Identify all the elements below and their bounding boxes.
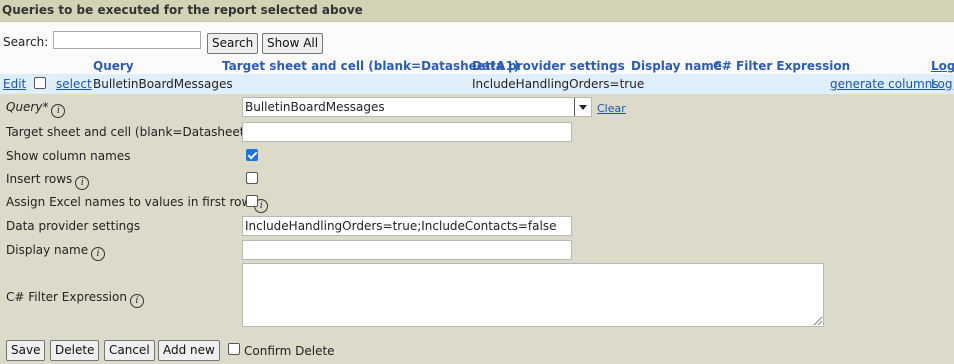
chevron-down-icon[interactable] [574,98,591,116]
provider-label: Data provider settings [6,219,141,233]
resize-grip-icon[interactable] [814,317,822,325]
section-title: Queries to be executed for the report se… [2,3,363,17]
filter-expression-textarea[interactable] [242,263,824,327]
header-query[interactable]: Query [93,59,134,73]
header-display-name[interactable]: Display name [631,59,722,73]
assign-names-label: Assign Excel names to values in first ro… [6,195,252,209]
delete-button[interactable]: Delete [50,340,100,361]
info-icon[interactable]: i [129,294,144,308]
query-select[interactable]: BulletinBoardMessages [242,97,592,117]
header-filter[interactable]: C# Filter Expression [713,59,850,73]
info-icon[interactable]: i [51,104,66,118]
show-all-button[interactable]: Show All [262,33,324,54]
search-bar: Search: Search Show All [0,22,954,58]
confirm-delete-label: Confirm Delete [244,344,335,358]
show-columns-checkbox[interactable] [246,149,258,161]
table-header: Query Target sheet and cell (blank=Datas… [0,58,954,74]
assign-names-checkbox[interactable] [246,195,258,207]
filter-label: C# Filter Expression [6,290,127,304]
assign-names-label-wrap: Assign Excel names to values in first ro… [6,195,269,213]
add-new-button[interactable]: Add new [158,340,220,361]
row-select-checkbox[interactable] [34,77,46,89]
edit-link[interactable]: Edit [3,77,26,91]
query-label: Query* [6,100,49,114]
info-icon[interactable]: i [75,176,90,190]
save-button[interactable]: Save [6,340,46,361]
filter-label-wrap: C# Filter Expression i [6,290,144,308]
provider-settings-field[interactable]: IncludeHandlingOrders=true;IncludeContac… [242,216,572,236]
row-log-link[interactable]: Log [931,77,952,91]
search-input[interactable] [53,31,201,49]
display-name-label-wrap: Display name i [6,243,106,261]
row-query-name: BulletinBoardMessages [93,77,233,91]
cancel-button[interactable]: Cancel [104,340,155,361]
display-name-field[interactable] [242,240,572,260]
target-cell-field[interactable] [242,122,572,142]
clear-link[interactable]: Clear [597,102,626,115]
confirm-delete-checkbox[interactable] [228,343,240,355]
search-label: Search: [3,35,49,49]
target-label: Target sheet and cell (blank=Datasheet!A… [6,125,270,139]
display-name-label: Display name [6,243,89,257]
header-provider[interactable]: Data provider settings [472,59,625,73]
generate-columns-link[interactable]: generate columns [830,77,939,91]
header-log[interactable]: Log [931,59,954,73]
query-label-wrap: Query* i [6,100,66,118]
row-provider-settings: IncludeHandlingOrders=true [472,77,645,91]
section-title-bar: Queries to be executed for the report se… [0,0,954,22]
search-button[interactable]: Search [207,33,259,54]
show-columns-label: Show column names [6,149,131,163]
insert-rows-label: Insert rows [6,172,73,186]
insert-rows-checkbox[interactable] [246,172,258,184]
query-select-value: BulletinBoardMessages [245,100,385,114]
info-icon[interactable]: i [91,247,106,261]
table-row: Edit select BulletinBoardMessages Includ… [0,74,954,94]
insert-rows-label-wrap: Insert rows i [6,172,90,190]
select-link[interactable]: select [56,77,92,91]
